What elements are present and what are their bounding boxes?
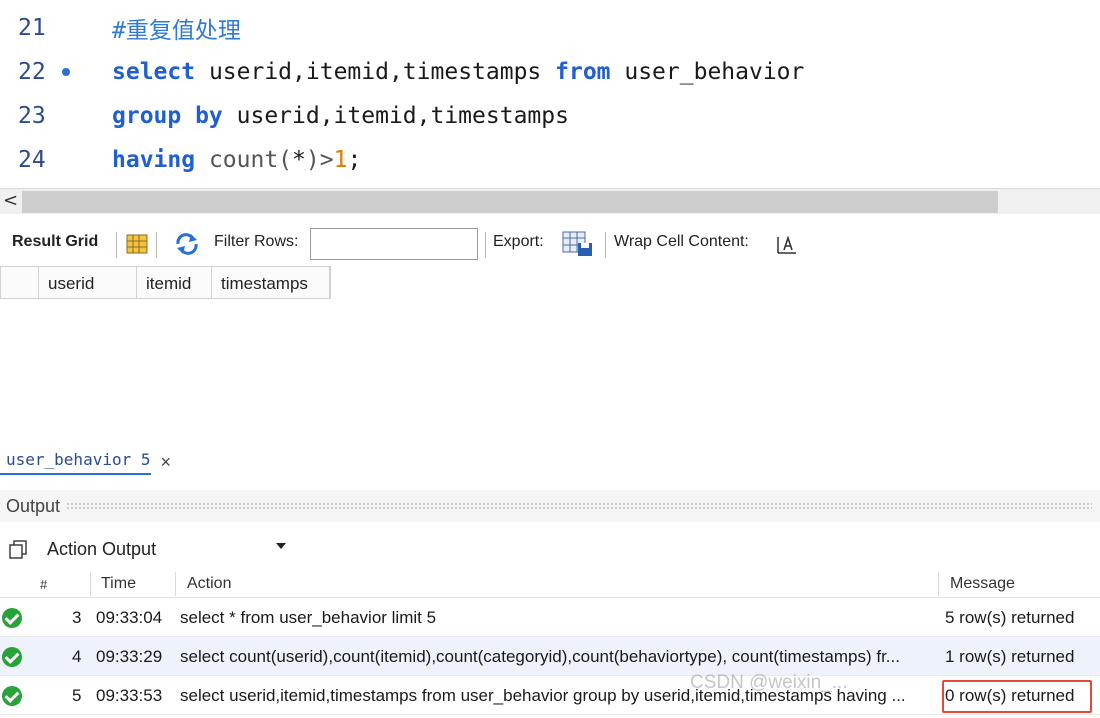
success-check-icon — [2, 686, 22, 706]
scrollbar-thumb[interactable] — [22, 191, 998, 213]
column-header-time[interactable]: Time — [101, 575, 136, 593]
column-header-timestamps[interactable]: timestamps — [212, 267, 330, 298]
toolbar-divider — [605, 232, 606, 258]
result-grid: userid itemid timestamps — [0, 266, 331, 299]
result-toolbar: Result Grid Filter Rows: Export: Wrap Ce… — [0, 222, 1100, 266]
row-number: 3 — [72, 608, 82, 627]
table-row[interactable]: 5 09:33:53 select userid,itemid,timestam… — [0, 676, 1100, 715]
close-tab-icon[interactable]: × — [161, 452, 172, 473]
grid-corner-cell[interactable] — [1, 267, 39, 298]
row-message: 5 row(s) returned — [945, 608, 1075, 627]
number-literal: 1 — [333, 147, 348, 173]
row-message: 1 row(s) returned — [945, 647, 1075, 666]
code-text: select userid,itemid,timestamps from use… — [112, 59, 804, 85]
panel-grip[interactable] — [66, 502, 1092, 510]
row-number: 4 — [72, 647, 82, 666]
output-table-header: # Time Action Message — [0, 568, 1100, 598]
output-type-select[interactable]: Action Output — [38, 532, 290, 564]
filter-rows-input[interactable] — [310, 228, 478, 260]
line-number: 22 — [18, 59, 46, 85]
success-check-icon — [2, 608, 22, 628]
filter-rows-label: Filter Rows: — [214, 233, 299, 250]
code-line-21: 21 #重复值处理 — [0, 6, 1100, 50]
result-tab-label[interactable]: user_behavior 5 — [0, 450, 151, 475]
keyword: group by — [112, 103, 223, 129]
code-identifiers: userid,itemid,timestamps — [195, 59, 556, 85]
row-time: 09:33:04 — [96, 608, 163, 627]
code-identifiers: userid,itemid,timestamps — [222, 103, 569, 129]
action-output-table: # Time Action Message 3 09:33:04 select … — [0, 568, 1100, 715]
column-header-action[interactable]: Action — [187, 575, 231, 593]
current-line-marker — [62, 68, 70, 76]
column-divider — [175, 572, 176, 596]
copy-icon[interactable] — [8, 539, 28, 559]
success-check-icon — [2, 647, 22, 667]
output-selector-row: Action Output — [0, 530, 1100, 566]
column-header-number[interactable]: # — [40, 577, 47, 592]
table-row[interactable]: 3 09:33:04 select * from user_behavior l… — [0, 598, 1100, 637]
row-action: select * from user_behavior limit 5 — [180, 608, 437, 627]
output-panel-header: Output — [0, 490, 1100, 522]
line-number: 21 — [18, 15, 46, 41]
column-divider — [938, 572, 939, 596]
result-tab[interactable]: user_behavior 5 × — [0, 444, 171, 480]
column-header-userid[interactable]: userid — [39, 267, 137, 298]
row-time: 09:33:29 — [96, 647, 163, 666]
toolbar-divider — [485, 232, 486, 258]
table-row[interactable]: 4 09:33:29 select count(userid),count(it… — [0, 637, 1100, 676]
column-header-itemid[interactable]: itemid — [137, 267, 212, 298]
keyword: from — [555, 59, 611, 85]
output-title: Output — [6, 495, 61, 516]
line-number: 23 — [18, 103, 46, 129]
result-grid-label: Result Grid — [12, 233, 99, 250]
row-action: select count(userid),count(itemid),count… — [180, 647, 900, 666]
wrap-cell-content-label: Wrap Cell Content: — [614, 233, 749, 250]
toolbar-divider — [156, 232, 157, 258]
export-icon[interactable] — [562, 230, 594, 258]
horizontal-scrollbar[interactable]: < — [0, 188, 1100, 214]
code-line-22: 22 select userid,itemid,timestamps from … — [0, 50, 1100, 94]
row-time: 09:33:53 — [96, 686, 163, 705]
code-line-23: 23 group by userid,itemid,timestamps — [0, 94, 1100, 138]
code-terminator: ; — [347, 147, 362, 173]
refresh-icon[interactable] — [174, 232, 200, 256]
chevron-down-icon[interactable] — [276, 543, 286, 549]
row-action: select userid,itemid,timestamps from use… — [180, 686, 906, 705]
code-text: group by userid,itemid,timestamps — [112, 103, 569, 129]
grid-view-icon[interactable] — [125, 232, 149, 256]
toolbar-divider — [116, 232, 117, 258]
line-number: 24 — [18, 147, 46, 173]
code-operator: )> — [305, 147, 334, 173]
scroll-left-button[interactable]: < — [3, 190, 18, 211]
code-star: * — [292, 147, 306, 173]
wrap-text-icon[interactable] — [776, 234, 798, 256]
column-header-message[interactable]: Message — [950, 575, 1015, 593]
code-comment: #重复值处理 — [112, 18, 241, 44]
code-line-24: 24 having count(*)>1; — [0, 138, 1100, 182]
row-number: 5 — [72, 686, 82, 705]
message-highlight-box — [942, 680, 1092, 713]
export-label: Export: — [493, 233, 544, 250]
code-table: user_behavior — [610, 59, 805, 85]
keyword: having — [112, 147, 196, 173]
function-call: count( — [195, 147, 293, 173]
sql-editor[interactable]: 21 #重复值处理 22 select userid,itemid,timest… — [0, 0, 1100, 186]
code-text: having count(*)>1; — [112, 147, 361, 173]
grid-header-row: userid itemid timestamps — [0, 266, 331, 299]
keyword: select — [112, 59, 196, 85]
column-divider — [90, 572, 91, 596]
